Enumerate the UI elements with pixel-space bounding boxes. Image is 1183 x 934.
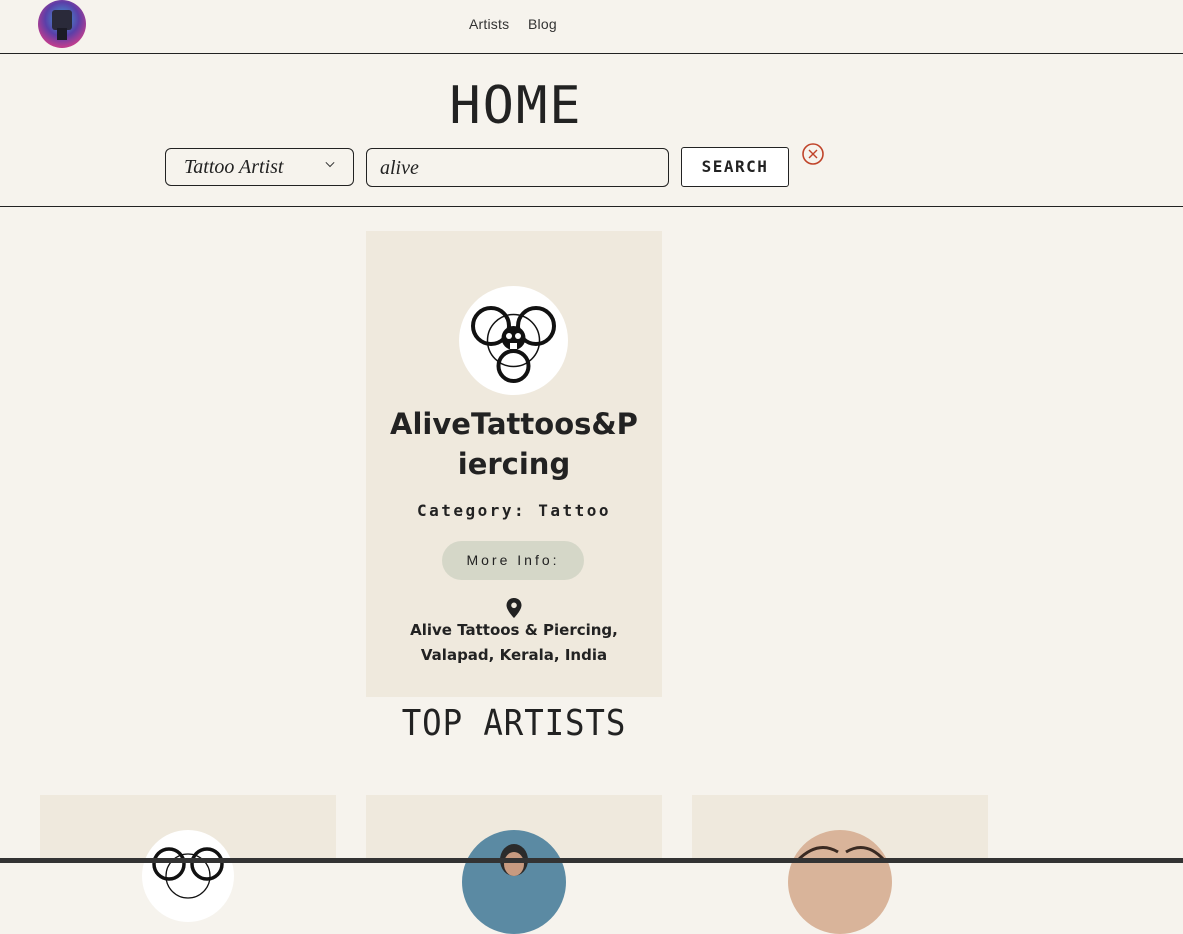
more-info-button[interactable]: More Info: [442, 541, 584, 580]
biohazard-logo-icon [459, 286, 568, 395]
search-input[interactable]: alive [366, 148, 669, 187]
chevron-down-icon [325, 161, 335, 168]
site-logo[interactable] [38, 0, 86, 48]
search-input-value: alive [380, 157, 419, 179]
page-title: HOME [449, 76, 583, 136]
face-photo-icon [796, 846, 886, 862]
top-artist-avatar[interactable] [788, 830, 892, 934]
search-section: HOME Tattoo Artist alive SEARCH [0, 54, 1183, 207]
person-photo-icon [500, 844, 528, 876]
logo-machine-shape [52, 10, 72, 30]
artist-category: Category: Tattoo [416, 501, 612, 520]
top-artist-card[interactable] [40, 795, 336, 922]
top-artist-avatar[interactable] [142, 830, 234, 922]
category-dropdown-value: Tattoo Artist [184, 156, 284, 178]
top-artist-avatar[interactable] [462, 830, 566, 934]
artist-name[interactable]: AliveTattoos&Piercing [386, 404, 642, 484]
map-pin-icon [506, 598, 522, 618]
top-artist-card[interactable] [692, 795, 988, 934]
nav-blog-link[interactable]: Blog [528, 16, 557, 32]
biohazard-logo-icon [152, 847, 224, 899]
logo-stand-shape [57, 28, 67, 40]
top-artist-card[interactable] [366, 795, 662, 934]
top-navigation: Artists Blog [0, 0, 1183, 54]
top-artists-heading: TOP ARTISTS [401, 703, 627, 744]
category-dropdown[interactable]: Tattoo Artist [165, 148, 354, 186]
nav-artists-link[interactable]: Artists [469, 16, 509, 32]
artist-avatar[interactable] [459, 286, 568, 395]
search-button[interactable]: SEARCH [681, 147, 789, 187]
bottom-edge-bar [0, 858, 1183, 863]
artist-address: Alive Tattoos & Piercing, Valapad, Keral… [410, 621, 618, 664]
artist-result-card: AliveTattoos&Piercing Category: Tattoo M… [366, 231, 662, 697]
close-circle-icon[interactable] [802, 143, 824, 165]
